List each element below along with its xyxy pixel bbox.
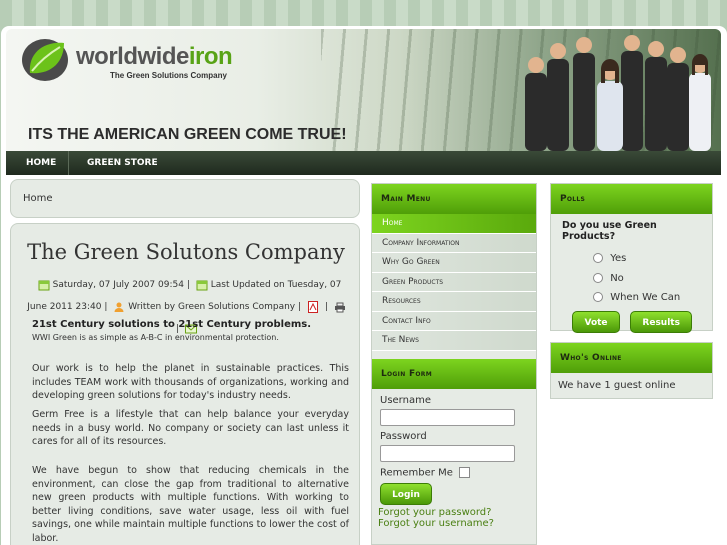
remember-me-row: Remember Me [380, 466, 536, 478]
whos-online-module: Who's Online We have 1 guest online [550, 342, 713, 399]
remember-me-label: Remember Me [380, 467, 453, 478]
calendar-icon [196, 280, 208, 290]
forgot-password-link[interactable]: Forgot your password? [378, 507, 536, 518]
poll-option[interactable]: No [593, 269, 712, 289]
article-meta: Saturday, 07 July 2007 09:54 | Last Upda… [27, 274, 349, 340]
breadcrumb: Home [10, 179, 360, 218]
logo-accent-text: iron [188, 43, 233, 70]
menu-item-why-go-green[interactable]: Why Go Green [372, 253, 536, 273]
poll-option-label: When We Can [610, 292, 681, 303]
password-label: Password [380, 430, 427, 442]
forgot-username-link[interactable]: Forgot your username? [378, 518, 536, 529]
pdf-icon[interactable] [307, 300, 319, 313]
poll-option[interactable]: Yes [593, 249, 712, 269]
print-icon[interactable] [334, 301, 346, 313]
polls-title: Polls [551, 184, 712, 214]
results-button[interactable]: Results [630, 310, 693, 333]
nav-item-home[interactable]: HOME [10, 151, 72, 175]
login-form-title: Login Form [372, 358, 536, 389]
whos-online-title: Who's Online [551, 343, 712, 373]
poll-radio-when-we-can[interactable] [593, 292, 603, 302]
meta-separator: | [104, 302, 108, 312]
lead-heading: 21st Century solutions to 21st Century p… [32, 319, 312, 330]
main-article: The Green Solutons Company Saturday, 07 … [10, 223, 360, 545]
meta-separator: | [186, 280, 190, 290]
site-header: worldwideiron The Green Solutions Compan… [6, 29, 721, 151]
site-slogan: ITS THE AMERICAN GREEN COME TRUE! [28, 126, 347, 143]
poll-option[interactable]: When We Can [593, 288, 712, 308]
menu-item-the-news[interactable]: The News [372, 331, 536, 351]
poll-option-label: Yes [610, 253, 627, 264]
poll-option-label: No [610, 272, 624, 284]
lead-subtext: WWI Green is as simple as A-B-C in envir… [32, 333, 279, 342]
leaf-logo-icon [22, 39, 68, 81]
business-team-image [525, 35, 711, 151]
whos-online-text: We have 1 guest online [558, 380, 676, 391]
calendar-icon [38, 280, 50, 290]
article-title[interactable]: The Green Solutons Company [11, 240, 359, 264]
meta-separator: | [324, 302, 328, 312]
username-input[interactable] [380, 408, 515, 426]
main-menu-module: Main Menu Home Company Information Why G… [371, 183, 537, 545]
login-form: Username Password Remember Me Login Forg… [372, 389, 536, 529]
module-spacer [372, 351, 536, 359]
main-menu-title: Main Menu [372, 184, 536, 214]
user-icon [114, 302, 124, 312]
poll-radio-yes[interactable] [593, 253, 603, 263]
article-paragraph: Germ Free is a lifestyle that can help b… [32, 409, 349, 447]
password-input[interactable] [380, 444, 515, 462]
logo-tagline: The Green Solutions Company [110, 71, 227, 80]
breadcrumb-home[interactable]: Home [23, 193, 53, 204]
meta-separator: | [298, 302, 302, 312]
vote-button[interactable]: Vote [572, 310, 620, 333]
article-paragraph: We have begun to show that reducing chem… [32, 465, 349, 544]
page: worldwideiron The Green Solutions Compan… [1, 26, 727, 545]
menu-item-home[interactable]: Home [372, 214, 536, 234]
nav-item-green-store[interactable]: GREEN STORE [71, 151, 174, 175]
username-label: Username [380, 394, 431, 406]
menu-item-resources[interactable]: Resources [372, 292, 536, 312]
logo-wordmark: worldwideiron [76, 43, 233, 71]
meta-author: Written by Green Solutions Company [128, 302, 296, 312]
menu-item-green-products[interactable]: Green Products [372, 272, 536, 292]
poll-radio-no[interactable] [593, 272, 603, 283]
menu-item-contact-info[interactable]: Contact Info [372, 311, 536, 331]
poll-buttons: Vote Results [551, 308, 712, 333]
poll-question: Do you use Green Products? [562, 220, 657, 242]
polls-module: Polls Do you use Green Products? Yes No … [550, 183, 713, 333]
poll-options: Yes No When We Can [551, 242, 712, 308]
login-button-row: Login [380, 483, 536, 505]
logo-main-text: worldwide [76, 43, 189, 70]
article-paragraph: Our work is to help the planet in sustai… [32, 363, 349, 401]
nav-divider [68, 151, 69, 175]
meta-created: Saturday, 07 July 2007 09:54 [52, 280, 184, 290]
login-button[interactable]: Login [380, 483, 432, 505]
top-navigation: HOME GREEN STORE [6, 151, 721, 175]
menu-item-company-information[interactable]: Company Information [372, 233, 536, 253]
remember-me-checkbox[interactable] [459, 466, 471, 478]
